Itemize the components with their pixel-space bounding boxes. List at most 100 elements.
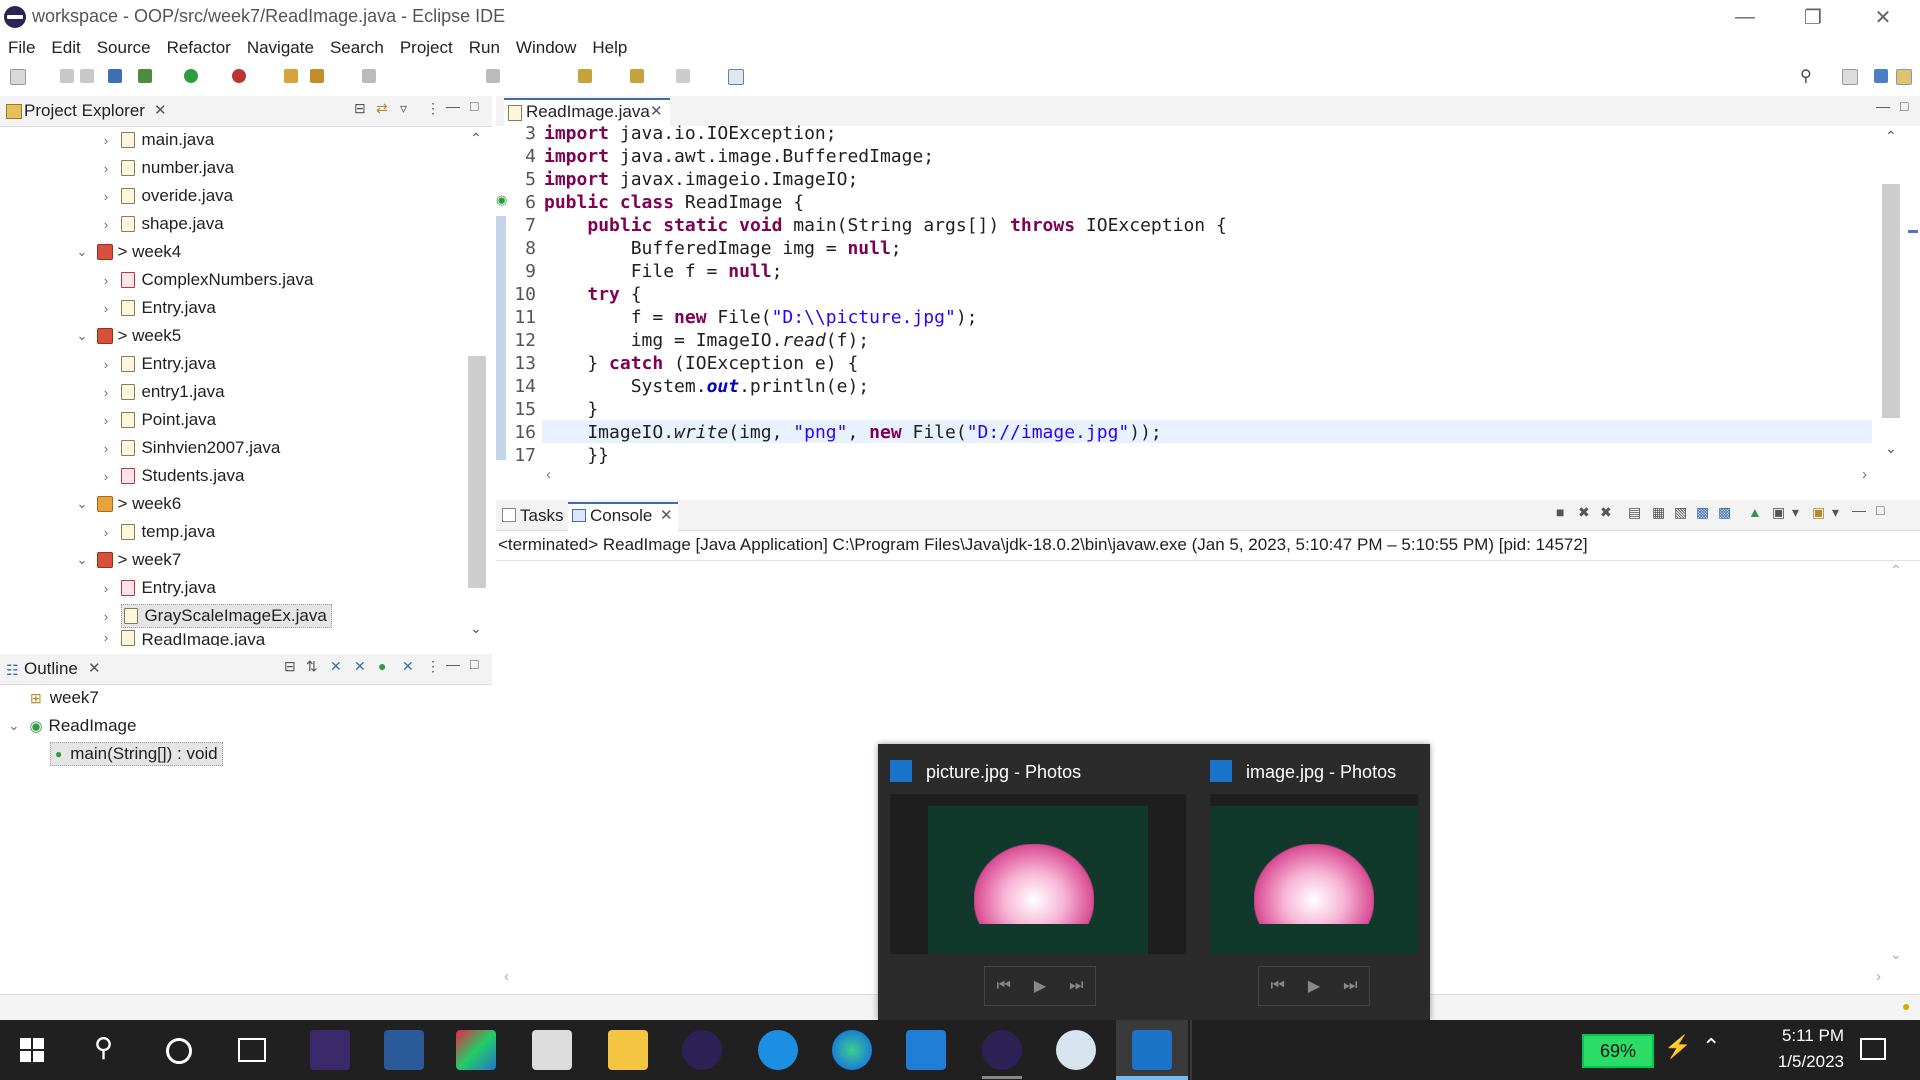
previous-icon[interactable]: ⏮ xyxy=(996,977,1010,995)
collapse-all-icon[interactable]: ⊟ xyxy=(354,100,366,117)
tree-item[interactable]: ⌄ > week4 xyxy=(0,238,182,266)
save-icon[interactable] xyxy=(60,69,74,83)
project-explorer-scrollbar[interactable]: ⌃ ⌄ xyxy=(466,130,488,640)
scroll-lock-icon[interactable]: ▦ xyxy=(1652,504,1665,521)
search-icon[interactable]: ⚲ xyxy=(1800,66,1812,86)
tree-item[interactable]: › Entry.java xyxy=(0,350,216,378)
remove-launch-icon[interactable]: ✖ xyxy=(1578,504,1590,521)
tree-item[interactable]: › number.java xyxy=(0,154,234,182)
editor-tab-readimage[interactable]: ReadImage.java xyxy=(526,102,650,122)
chevron-right-icon[interactable]: › xyxy=(100,357,112,372)
chevron-right-icon[interactable]: › xyxy=(100,217,112,232)
tab-console[interactable]: Console xyxy=(590,506,652,526)
scroll-right-icon[interactable]: › xyxy=(1876,968,1881,985)
outline-tab[interactable]: Outline xyxy=(24,659,78,679)
play-icon[interactable]: ▶ xyxy=(1034,976,1046,996)
chevron-right-icon[interactable]: › xyxy=(100,133,112,148)
paint-icon[interactable] xyxy=(1056,1030,1096,1070)
scroll-up-icon[interactable]: ⌃ xyxy=(1890,562,1902,579)
pin-console-icon[interactable]: ▲ xyxy=(1748,504,1762,520)
close-button[interactable]: ✕ xyxy=(1854,2,1912,32)
cortana-icon[interactable] xyxy=(166,1038,192,1064)
scroll-left-icon[interactable]: ‹ xyxy=(546,466,551,483)
close-icon[interactable]: ✕ xyxy=(660,506,673,524)
scroll-down-icon[interactable]: ⌄ xyxy=(1885,440,1897,457)
menu-project[interactable]: Project xyxy=(392,36,461,64)
chevron-right-icon[interactable]: › xyxy=(100,413,112,428)
maximize-view-icon[interactable]: □ xyxy=(470,656,478,672)
chevron-right-icon[interactable]: › xyxy=(100,581,112,596)
tree-item[interactable]: › main.java xyxy=(0,126,214,154)
clear-console-icon[interactable]: ▤ xyxy=(1628,504,1641,521)
chevron-right-icon[interactable]: › xyxy=(100,630,112,645)
hide-nonpublic-icon[interactable]: ● xyxy=(378,658,386,674)
power-plug-icon[interactable]: ⚡ xyxy=(1664,1034,1691,1060)
tree-item[interactable]: ⌄ > week6 xyxy=(0,490,182,518)
show-on-stderr-icon[interactable]: ▩ xyxy=(1718,504,1731,521)
link-editor-icon[interactable]: ⇄ xyxy=(376,100,388,117)
outline-item-method[interactable]: ● main(String[]) : void xyxy=(0,740,223,768)
file-explorer-icon[interactable] xyxy=(608,1030,648,1070)
tree-item[interactable]: › overide.java xyxy=(0,182,233,210)
code-area[interactable]: 3 import java.io.IOException; 4 import jav… xyxy=(508,122,1874,468)
java-perspective-icon[interactable] xyxy=(1896,69,1912,85)
tree-item[interactable]: › Sinhvien2007.java xyxy=(0,434,281,462)
tree-item[interactable]: › ReadImage.java xyxy=(0,630,265,646)
debug-icon[interactable] xyxy=(138,69,152,83)
new-package-icon[interactable] xyxy=(310,69,324,83)
minimize-view-icon[interactable]: — xyxy=(1876,98,1890,114)
tree-item[interactable]: › Entry.java xyxy=(0,574,216,602)
new-java-project-icon[interactable] xyxy=(284,69,298,83)
chevron-down-icon[interactable]: ▾ xyxy=(1832,504,1839,521)
snipping-icon[interactable] xyxy=(384,1030,424,1070)
last-edit-icon[interactable] xyxy=(578,69,592,83)
chevron-right-icon[interactable]: › xyxy=(100,609,112,624)
menu-edit[interactable]: Edit xyxy=(43,36,88,64)
battery-indicator[interactable]: 69% xyxy=(1582,1034,1654,1068)
tree-item[interactable]: › ComplexNumbers.java xyxy=(0,266,314,294)
open-type-icon[interactable] xyxy=(362,69,376,83)
chevron-up-icon[interactable]: ⌃ xyxy=(1702,1034,1720,1060)
maximize-view-icon[interactable]: □ xyxy=(1900,98,1908,114)
chevron-right-icon[interactable]: › xyxy=(100,161,112,176)
view-menu-icon[interactable]: ⋮ xyxy=(426,100,440,117)
tab-tasks[interactable]: Tasks xyxy=(520,506,563,526)
docker-icon[interactable] xyxy=(758,1030,798,1070)
collapse-all-icon[interactable]: ⊟ xyxy=(284,658,296,675)
hide-local-types-icon[interactable]: ✕ xyxy=(402,658,414,675)
save-all-icon[interactable] xyxy=(80,69,94,83)
open-perspective-icon[interactable] xyxy=(1842,69,1858,85)
menu-help[interactable]: Help xyxy=(584,36,635,64)
coverage-icon[interactable] xyxy=(232,69,246,83)
tree-item[interactable]: › temp.java xyxy=(0,518,215,546)
texworks-icon[interactable] xyxy=(310,1030,350,1070)
photos-taskbar-icon[interactable] xyxy=(1132,1030,1172,1070)
tree-item[interactable]: ⌄ > week7 xyxy=(0,546,182,574)
sort-icon[interactable]: ⇅ xyxy=(306,658,318,675)
thumbnail-title[interactable]: image.jpg - Photos xyxy=(1246,762,1396,783)
forward-icon[interactable] xyxy=(676,69,690,83)
notifications-icon[interactable] xyxy=(1860,1038,1886,1060)
pin-editor-icon[interactable] xyxy=(728,69,744,85)
close-icon[interactable]: ✕ xyxy=(650,102,663,120)
chevron-right-icon[interactable]: › xyxy=(100,441,112,456)
tree-item[interactable]: ⌄ > week5 xyxy=(0,322,182,350)
chevron-right-icon[interactable]: › xyxy=(100,385,112,400)
thumbnail-preview[interactable] xyxy=(890,794,1186,954)
scroll-left-icon[interactable]: ‹ xyxy=(504,968,509,985)
task-view-icon[interactable] xyxy=(238,1038,266,1062)
show-on-stdout-icon[interactable]: ▩ xyxy=(1696,504,1709,521)
chevron-down-icon[interactable]: ⌄ xyxy=(76,328,88,344)
maximize-view-icon[interactable]: □ xyxy=(470,98,478,114)
open-console-icon[interactable]: ▣ xyxy=(1812,504,1825,521)
chevron-down-icon[interactable]: ▾ xyxy=(1792,504,1799,521)
chevron-right-icon[interactable]: › xyxy=(100,469,112,484)
tree-item[interactable]: › shape.java xyxy=(0,210,224,238)
java-ee-perspective-icon[interactable] xyxy=(1874,69,1888,83)
tree-item[interactable]: › Students.java xyxy=(0,462,245,490)
minimize-view-icon[interactable]: — xyxy=(446,656,460,672)
editor-vertical-scrollbar[interactable]: ⌃ ⌄ xyxy=(1880,128,1902,462)
outline-item-class[interactable]: ⌄ ◉ ReadImage xyxy=(0,712,137,740)
chevron-down-icon[interactable]: ⌄ xyxy=(8,718,20,734)
new-icon[interactable] xyxy=(10,69,26,85)
